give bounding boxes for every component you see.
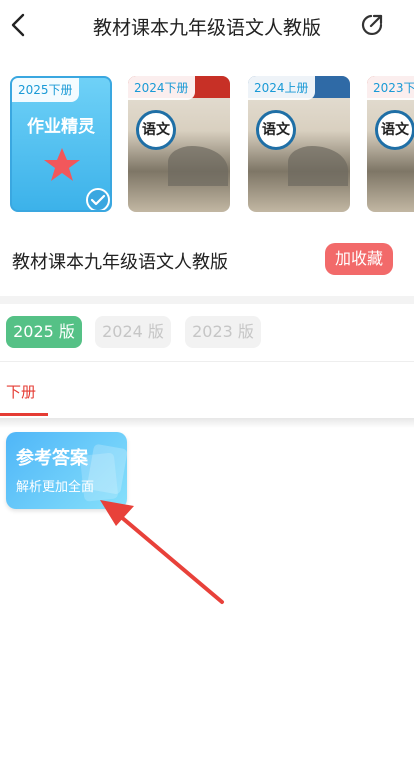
book-cover-2025-lower[interactable]: 2025下册 作业精灵 — [10, 76, 112, 212]
cover-landscape — [288, 146, 348, 186]
book-name: 教材课本九年级语文人教版 — [12, 252, 228, 273]
version-2023-chip[interactable]: 2023 版 — [185, 316, 261, 348]
card-subtitle: 解析更加全面 — [16, 480, 95, 495]
cover-subject-logo: 语文 — [136, 110, 176, 150]
book-cover-carousel[interactable]: 2025下册 作业精灵 2024下册 语文 2024上册 语文 2023下 语文 — [0, 68, 414, 220]
book-name-row: 教材课本九年级语文人教版 加收藏 — [0, 236, 414, 284]
cover-brand-text: 作业精灵 — [27, 117, 95, 137]
book-cover-2024-lower[interactable]: 2024下册 语文 — [128, 76, 230, 212]
selected-check-icon — [86, 188, 110, 210]
cover-subject-logo: 语文 — [375, 110, 414, 150]
star-icon — [44, 148, 80, 181]
add-favorite-button[interactable]: 加收藏 — [325, 243, 393, 275]
book-tag: 2024下册 — [128, 76, 195, 100]
chevron-left-icon[interactable] — [6, 10, 32, 40]
book-tag: 2023下 — [367, 76, 414, 100]
book-cover-2023-lower[interactable]: 2023下 语文 — [367, 76, 414, 212]
tabs-shadow — [0, 418, 414, 428]
share-icon[interactable] — [359, 12, 385, 38]
book-tag: 2025下册 — [12, 78, 79, 102]
annotation-arrow-icon — [100, 500, 224, 604]
page-title: 教材课本九年级语文人教版 — [92, 17, 321, 39]
card-title: 参考答案 — [16, 448, 88, 469]
version-selector: 2025 版 2024 版 2023 版 — [0, 316, 414, 350]
book-tag: 2024上册 — [248, 76, 315, 100]
volume-tabs: 下册 — [0, 362, 414, 418]
tab-active-indicator — [0, 413, 48, 416]
tab-lower-volume[interactable]: 下册 — [6, 381, 36, 402]
cover-landscape — [168, 146, 228, 186]
book-cover-2024-upper[interactable]: 2024上册 语文 — [248, 76, 350, 212]
section-divider — [0, 296, 414, 304]
cover-subject-logo: 语文 — [256, 110, 296, 150]
version-2024-chip[interactable]: 2024 版 — [95, 316, 171, 348]
header-bar: 教材课本九年级语文人教版 — [0, 0, 414, 54]
version-2025-chip[interactable]: 2025 版 — [6, 316, 82, 348]
